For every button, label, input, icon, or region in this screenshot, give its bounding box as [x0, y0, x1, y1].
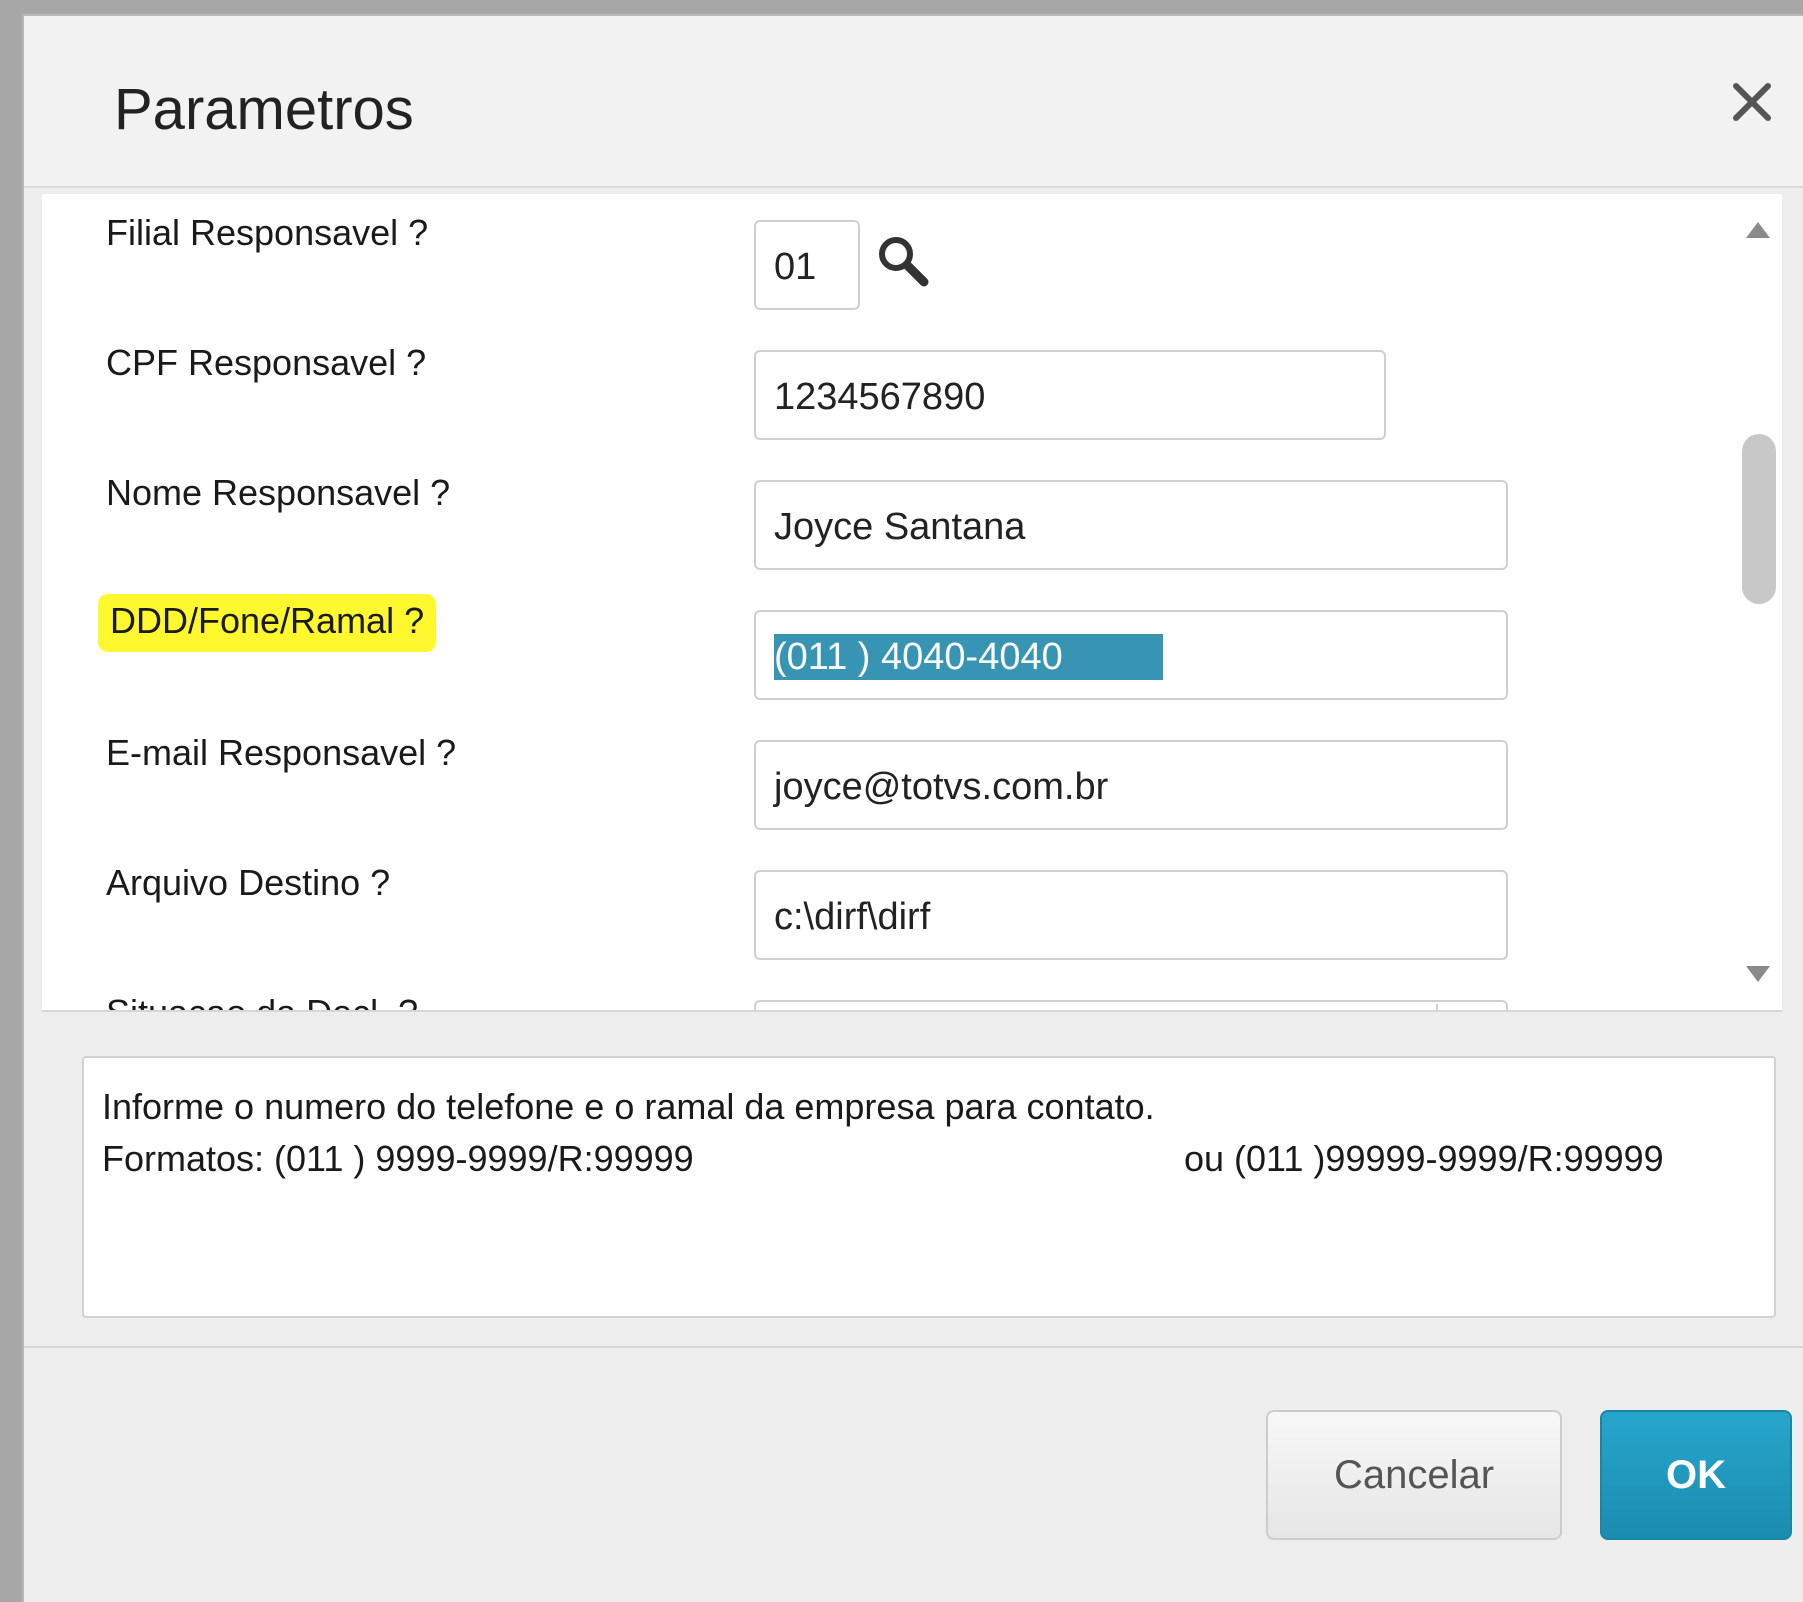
cpf-input[interactable]: 1234567890 — [754, 350, 1386, 440]
parametros-dialog: Parametros Filial Responsavel ? 01 CPF R… — [22, 14, 1803, 1602]
nome-input[interactable]: Joyce Santana — [754, 480, 1508, 570]
row-ddd-fone-ramal: DDD/Fone/Ramal ? (011 ) 4040-4040 — [42, 584, 1742, 700]
filial-label: Filial Responsavel ? — [106, 212, 429, 253]
close-button[interactable] — [1724, 74, 1780, 130]
filial-input[interactable]: 01 — [754, 220, 860, 310]
help-line-1: Informe o numero do telefone e o ramal d… — [102, 1086, 1155, 1127]
close-icon — [1733, 83, 1771, 121]
ddd-fone-ramal-input[interactable]: (011 ) 4040-4040 — [754, 610, 1508, 700]
row-cpf: CPF Responsavel ? 1234567890 — [42, 324, 1742, 440]
scroll-up-button[interactable] — [1744, 216, 1772, 244]
row-filial: Filial Responsavel ? 01 — [42, 194, 1742, 310]
cancel-button[interactable]: Cancelar — [1266, 1410, 1562, 1540]
search-icon — [879, 237, 929, 287]
help-format-2: ou (011 )99999-9999/R:99999 — [1184, 1138, 1664, 1179]
email-input[interactable]: joyce@totvs.com.br — [754, 740, 1508, 830]
email-label: E-mail Responsavel ? — [106, 732, 457, 773]
ddd-fone-ramal-label: DDD/Fone/Ramal ? — [98, 594, 437, 652]
row-arquivo-destino: Arquivo Destino ? c:\dirf\dirf — [42, 844, 1742, 960]
selected-text: (011 ) 4040-4040 — [774, 634, 1163, 680]
help-text-box: Informe o numero do telefone e o ramal d… — [82, 1056, 1776, 1318]
arrow-up-icon — [1746, 222, 1770, 238]
dialog-title: Parametros — [114, 77, 414, 142]
filial-lookup-button[interactable] — [872, 230, 936, 294]
arquivo-destino-input[interactable]: c:\dirf\dirf — [754, 870, 1508, 960]
row-nome: Nome Responsavel ? Joyce Santana — [42, 454, 1742, 570]
row-situacao-decl: Situacao da Decl. ? — [42, 974, 1742, 1010]
nome-label: Nome Responsavel ? — [106, 472, 451, 513]
arquivo-destino-label: Arquivo Destino ? — [106, 862, 391, 903]
select-divider — [1436, 1004, 1438, 1010]
form-scrollbar[interactable] — [1734, 194, 1782, 1010]
arrow-down-icon — [1746, 966, 1770, 982]
scroll-down-button[interactable] — [1744, 960, 1772, 988]
scroll-thumb[interactable] — [1742, 434, 1776, 604]
situacao-decl-label: Situacao da Decl. ? — [106, 992, 418, 1010]
cpf-label: CPF Responsavel ? — [106, 342, 427, 383]
parameters-form: Filial Responsavel ? 01 CPF Responsavel … — [42, 194, 1782, 1012]
help-format-1: Formatos: (011 ) 9999-9999/R:99999 — [102, 1138, 694, 1179]
dialog-header: Parametros — [24, 16, 1803, 188]
row-email: E-mail Responsavel ? joyce@totvs.com.br — [42, 714, 1742, 830]
footer-divider — [24, 1346, 1803, 1348]
situacao-decl-select[interactable] — [754, 1000, 1508, 1010]
ok-button[interactable]: OK — [1600, 1410, 1792, 1540]
